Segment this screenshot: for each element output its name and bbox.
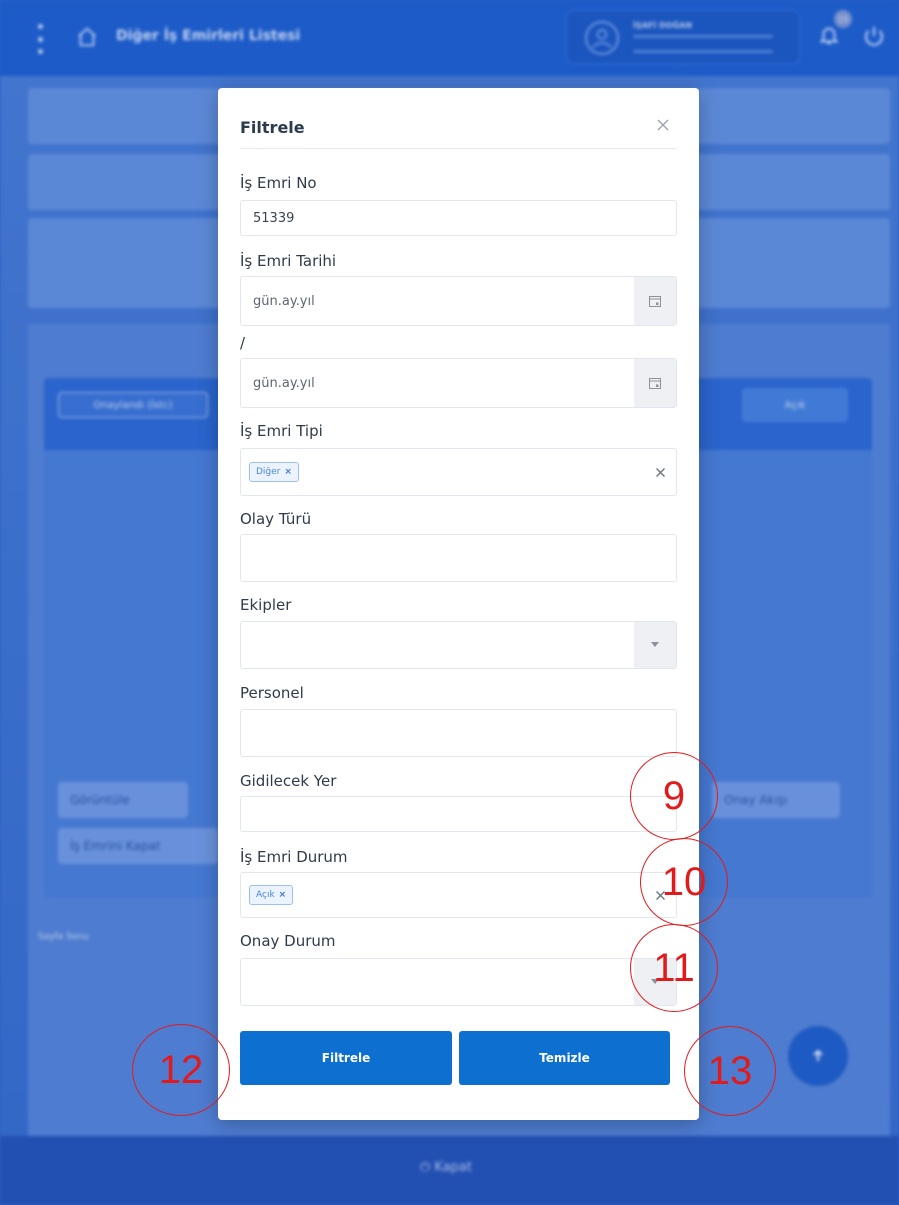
clear-icon <box>655 467 665 477</box>
close-icon <box>657 119 669 131</box>
personnel-select[interactable] <box>240 709 677 757</box>
tag-remove-icon[interactable]: × <box>284 467 292 477</box>
annotation-10: 10 <box>640 838 728 926</box>
modal-title: Filtrele <box>240 118 305 137</box>
teams-label: Ekipler <box>240 596 292 614</box>
work-order-type-select[interactable]: Diğer × <box>240 448 677 496</box>
teams-select[interactable] <box>240 621 677 669</box>
teams-dropdown-button[interactable] <box>634 622 676 668</box>
work-order-status-label: İş Emri Durum <box>240 848 348 866</box>
work-order-status-select[interactable]: Açık × <box>240 872 677 918</box>
chevron-down-icon <box>651 642 659 647</box>
date-end-calendar-button[interactable] <box>634 359 676 407</box>
date-end-placeholder: gün.ay.yıl <box>253 376 315 391</box>
work-order-no-label: İş Emri No <box>240 174 317 192</box>
annotation-12: 12 <box>132 1024 230 1116</box>
work-order-status-tag[interactable]: Açık × <box>249 885 294 905</box>
annotation-9: 9 <box>630 752 718 840</box>
approval-status-label: Onay Durum <box>240 932 336 950</box>
work-order-type-tag[interactable]: Diğer × <box>249 462 299 482</box>
date-separator: / <box>240 334 246 352</box>
calendar-icon <box>649 296 661 307</box>
calendar-icon <box>649 378 661 389</box>
tag-remove-icon[interactable]: × <box>279 890 287 900</box>
clear-button[interactable]: Temizle <box>459 1031 670 1085</box>
close-button[interactable] <box>652 114 674 136</box>
event-type-select[interactable] <box>240 534 677 582</box>
approval-status-select[interactable] <box>240 958 677 1006</box>
destination-label: Gidilecek Yer <box>240 772 337 790</box>
event-type-label: Olay Türü <box>240 510 312 528</box>
annotation-11: 11 <box>630 924 718 1012</box>
personnel-label: Personel <box>240 684 304 702</box>
work-order-no-input[interactable]: 51339 <box>240 200 677 236</box>
date-start-calendar-button[interactable] <box>634 277 676 325</box>
filter-modal: Filtrele İş Emri No 51339 İş Emri Tarihi… <box>218 88 699 1120</box>
work-order-status-tag-label: Açık <box>256 890 275 900</box>
work-order-type-tag-label: Diğer <box>256 467 281 477</box>
work-order-type-label: İş Emri Tipi <box>240 422 323 440</box>
date-start-placeholder: gün.ay.yıl <box>253 294 315 309</box>
date-end-input[interactable]: gün.ay.yıl <box>240 358 677 408</box>
work-order-type-clear-button[interactable] <box>652 464 668 480</box>
destination-input[interactable] <box>240 796 677 832</box>
work-order-date-label: İş Emri Tarihi <box>240 252 337 270</box>
date-start-input[interactable]: gün.ay.yıl <box>240 276 677 326</box>
work-order-no-value: 51339 <box>253 211 295 226</box>
filter-button[interactable]: Filtrele <box>240 1031 452 1085</box>
modal-divider <box>240 148 677 149</box>
annotation-13: 13 <box>684 1026 776 1116</box>
